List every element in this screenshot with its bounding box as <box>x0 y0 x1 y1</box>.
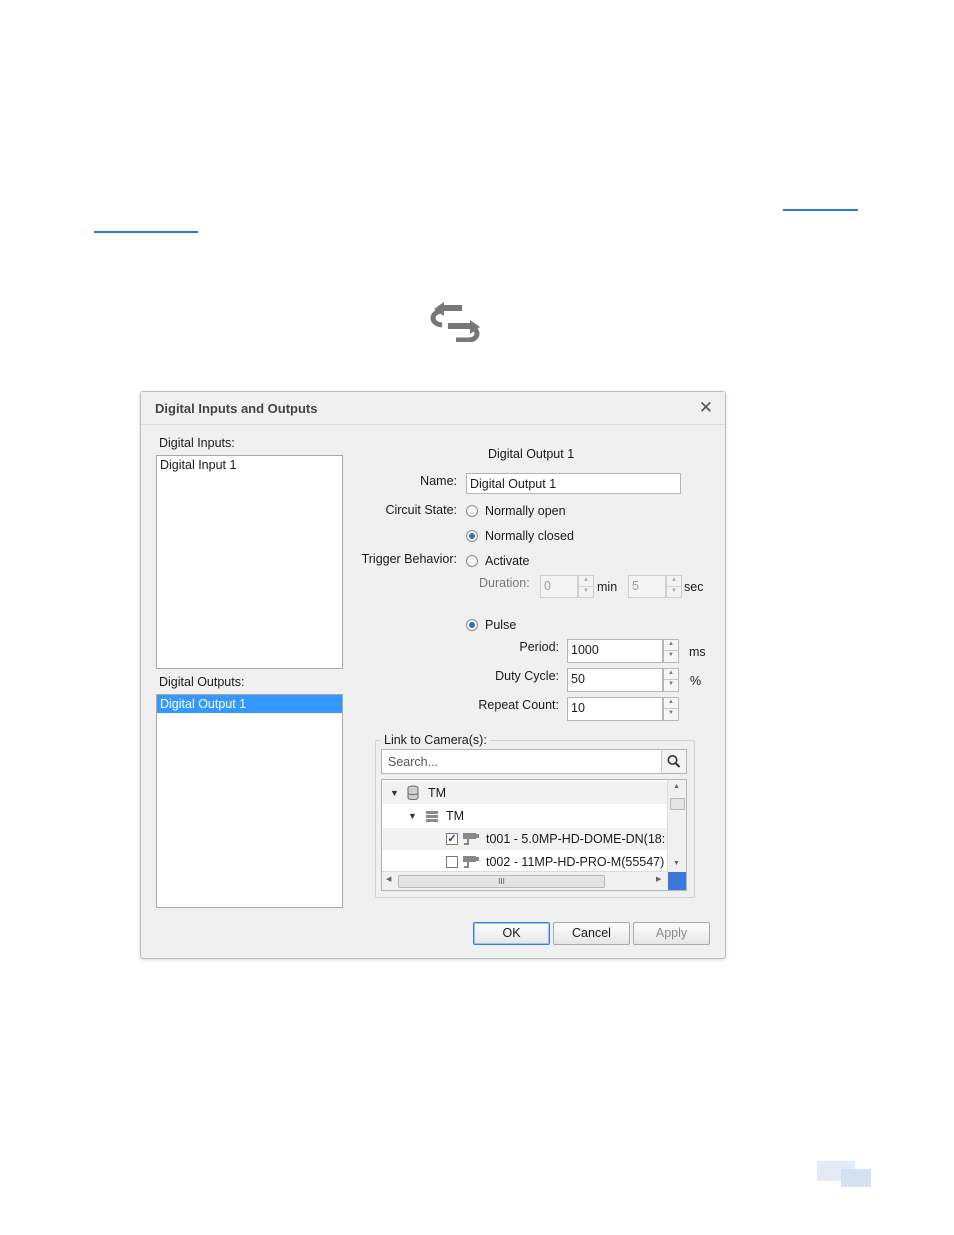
apply-button[interactable]: Apply <box>633 922 710 945</box>
normally-open-label: Normally open <box>485 504 566 518</box>
period-label: Period: <box>519 640 559 654</box>
repeat-count-field[interactable]: 10 <box>567 697 663 721</box>
tree-site-label: TM <box>428 786 447 800</box>
camera-search-box: Search... <box>381 749 687 774</box>
output-heading: Digital Output 1 <box>488 447 575 461</box>
tree-row-camera[interactable]: ✓ t001 - 5.0MP-HD-DOME-DN(18: <box>382 828 669 850</box>
activate-label: Activate <box>485 554 530 568</box>
search-icon <box>667 755 681 768</box>
period-field[interactable]: 1000 <box>567 639 663 663</box>
tree-vertical-scrollbar[interactable]: ▲ ▼ <box>667 780 686 872</box>
link-to-cameras-label: Link to Camera(s): <box>381 733 490 747</box>
duty-cycle-field[interactable]: 50 <box>567 668 663 692</box>
trigger-behavior-label: Trigger Behavior: <box>361 552 457 566</box>
page-corner-decoration <box>817 1161 871 1187</box>
search-input[interactable]: Search... <box>388 755 438 769</box>
digital-outputs-label: Digital Outputs: <box>159 675 245 689</box>
cancel-button[interactable]: Cancel <box>553 922 630 945</box>
scroll-down-arrow-icon[interactable]: ▼ <box>673 860 680 867</box>
scroll-corner <box>668 872 686 890</box>
scroll-up-arrow-icon[interactable]: ▲ <box>673 783 680 790</box>
duty-cycle-unit: % <box>690 674 702 688</box>
period-unit: ms <box>689 645 706 659</box>
name-field[interactable]: Digital Output 1 <box>466 473 681 494</box>
camera-label: t002 - 11MP-HD-PRO-M(55547) <box>486 855 665 869</box>
digital-io-dialog: Digital Inputs and Outputs ✕ Digital Inp… <box>140 391 726 959</box>
camera-checkbox[interactable]: ✓ <box>446 833 458 845</box>
list-item-digital-input-1[interactable]: Digital Input 1 <box>157 456 342 474</box>
site-database-icon <box>407 785 419 800</box>
duration-min-unit: min <box>597 580 618 594</box>
pulse-radio[interactable] <box>466 619 478 631</box>
digital-outputs-list[interactable]: Digital Output 1 <box>156 694 343 908</box>
close-icon[interactable]: ✕ <box>699 398 713 418</box>
duration-sec-stepper[interactable]: ▲ ▼ <box>666 575 682 598</box>
tree-row-camera[interactable]: t002 - 11MP-HD-PRO-M(55547) <box>382 851 669 873</box>
expand-caret-icon[interactable]: ▼ <box>408 811 417 821</box>
camera-label: t001 - 5.0MP-HD-DOME-DN(18: <box>486 832 666 846</box>
dialog-titlebar: Digital Inputs and Outputs ✕ <box>141 392 725 425</box>
pulse-label: Pulse <box>485 618 517 632</box>
duration-min-field[interactable]: 0 <box>540 575 578 598</box>
expand-caret-icon[interactable]: ▼ <box>390 788 399 798</box>
tree-row-site[interactable]: ▼ TM <box>382 782 669 804</box>
repeat-count-label: Repeat Count: <box>478 698 559 712</box>
normally-open-radio[interactable] <box>466 505 478 517</box>
normally-closed-label: Normally closed <box>485 529 574 543</box>
ok-button[interactable]: OK <box>473 922 550 945</box>
duration-sec-field[interactable]: 5 <box>628 575 666 598</box>
tree-horizontal-scrollbar[interactable]: ◀ III ▶ <box>382 871 669 890</box>
camera-tree[interactable]: ▼ TM ▼ TM ✓ t001 - 5.0MP-HD-DOME-DN(18: … <box>381 779 687 891</box>
circuit-state-label: Circuit State: <box>385 503 457 517</box>
period-stepper[interactable]: ▲ ▼ <box>663 639 679 663</box>
digital-inputs-list[interactable]: Digital Input 1 <box>156 455 343 669</box>
digital-io-swap-icon <box>430 302 480 342</box>
scroll-right-arrow-icon[interactable]: ▶ <box>656 875 661 883</box>
horizontal-scroll-thumb[interactable]: III <box>398 875 605 888</box>
repeat-count-stepper[interactable]: ▲ ▼ <box>663 697 679 721</box>
scroll-left-arrow-icon[interactable]: ◀ <box>386 875 391 883</box>
duty-cycle-stepper[interactable]: ▲ ▼ <box>663 668 679 692</box>
normally-closed-radio[interactable] <box>466 530 478 542</box>
digital-inputs-label: Digital Inputs: <box>159 436 235 450</box>
camera-icon <box>463 856 479 868</box>
duration-sec-unit: sec <box>684 580 704 594</box>
dialog-title: Digital Inputs and Outputs <box>155 401 318 416</box>
search-button[interactable] <box>661 750 686 773</box>
duty-cycle-label: Duty Cycle: <box>495 669 559 683</box>
hyperlink-underline[interactable] <box>783 209 858 211</box>
activate-radio[interactable] <box>466 555 478 567</box>
server-icon <box>426 811 438 822</box>
camera-icon <box>463 833 479 845</box>
duration-label: Duration: <box>479 576 530 590</box>
tree-row-server[interactable]: ▼ TM <box>382 805 669 827</box>
vertical-scroll-thumb[interactable] <box>670 798 685 810</box>
duration-min-stepper[interactable]: ▲ ▼ <box>578 575 594 598</box>
list-item-digital-output-1[interactable]: Digital Output 1 <box>157 695 342 713</box>
name-label: Name: <box>420 474 457 488</box>
hyperlink-underline-continued[interactable] <box>94 231 198 233</box>
camera-checkbox[interactable] <box>446 856 458 868</box>
tree-server-label: TM <box>446 809 465 823</box>
